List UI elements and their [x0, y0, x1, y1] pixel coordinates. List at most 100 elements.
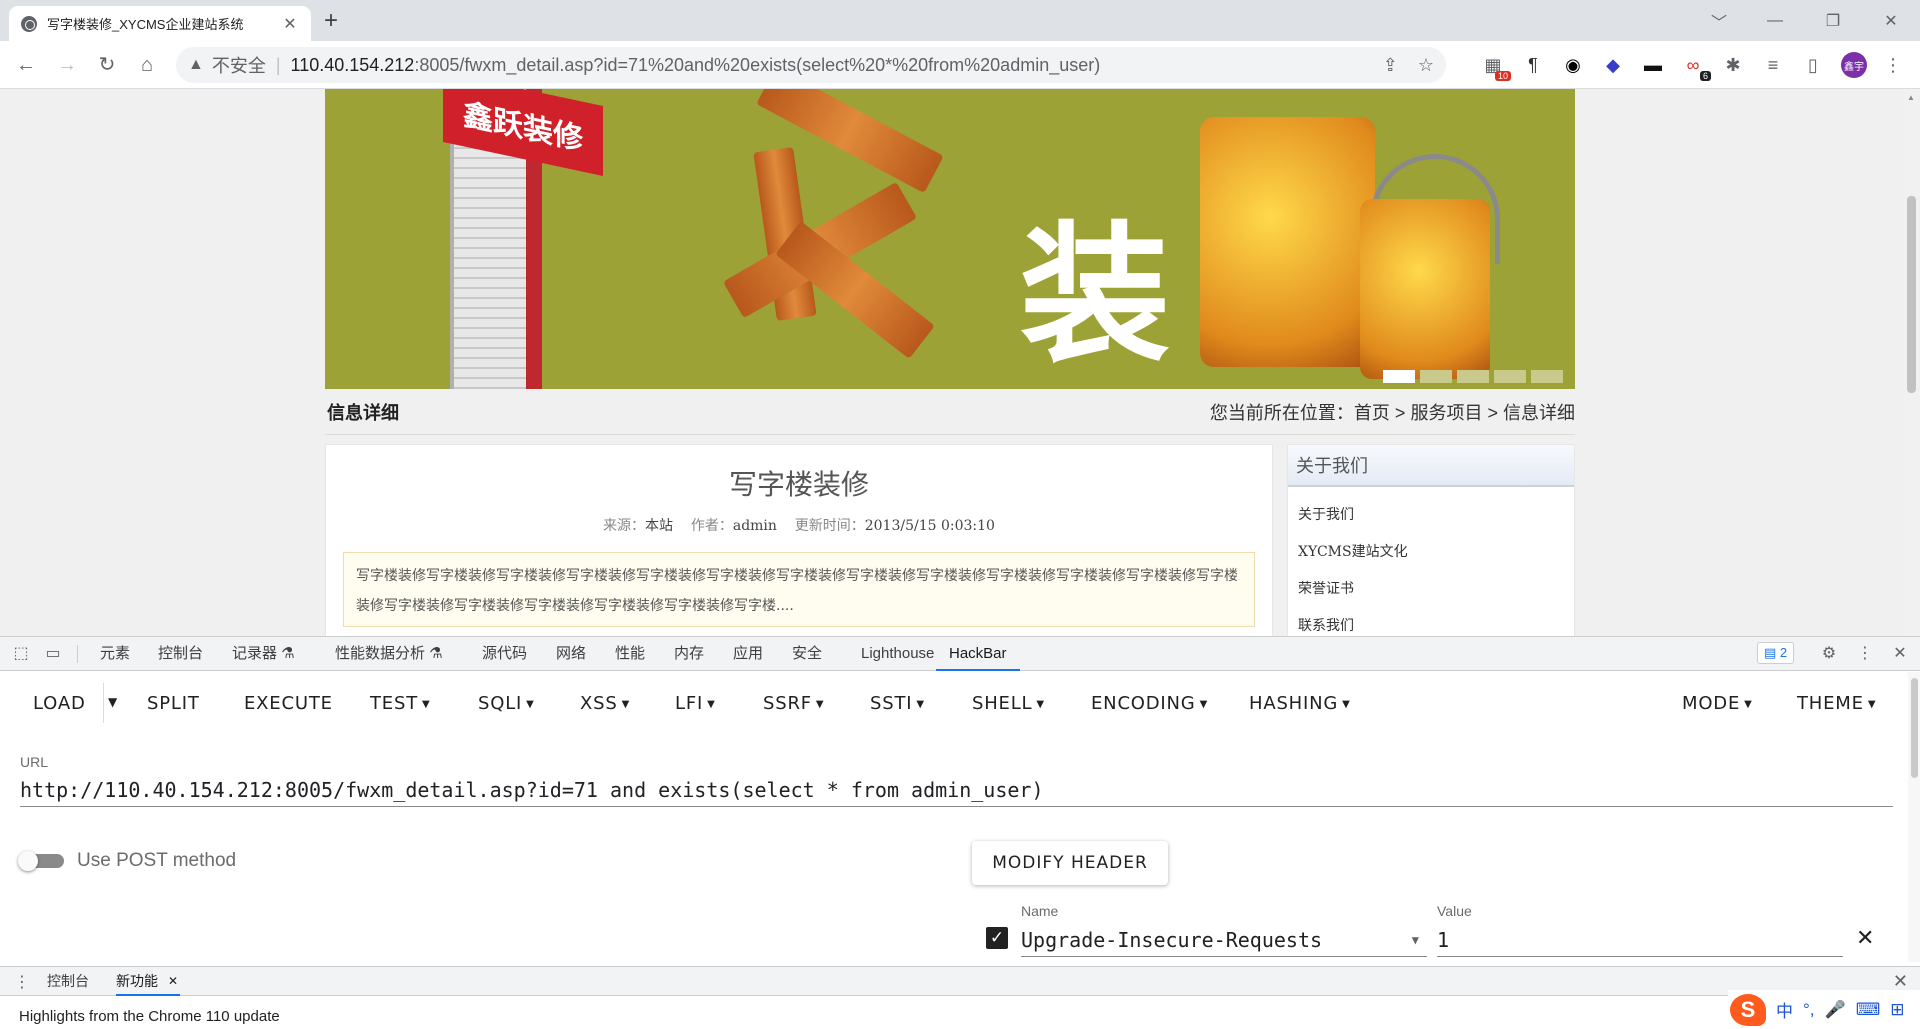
- load-options-caret-icon[interactable]: ▼: [108, 695, 118, 709]
- inspect-element-icon[interactable]: ⬚: [11, 644, 31, 664]
- pilcrow-extension-icon[interactable]: ¶: [1521, 53, 1545, 77]
- tab-performance-insights[interactable]: 性能数据分析 ⚗: [335, 637, 443, 671]
- drawer-close-icon[interactable]: ✕: [1893, 971, 1908, 992]
- slider-dot-2[interactable]: [1420, 370, 1452, 383]
- link-extension-icon[interactable]: ∞ 6: [1681, 53, 1711, 81]
- updated-label: 更新时间：: [794, 518, 865, 534]
- tab-network[interactable]: 网络: [556, 637, 586, 671]
- mode-menu[interactable]: MODE ▼: [1682, 693, 1753, 714]
- drawer-tab-whats-new[interactable]: 新功能 ✕: [116, 967, 180, 996]
- source-label: 来源：: [603, 518, 646, 534]
- theme-menu[interactable]: THEME ▼: [1797, 693, 1876, 714]
- sidebar-item-honors[interactable]: 荣誉证书: [1298, 571, 1564, 608]
- post-method-toggle[interactable]: [18, 851, 64, 871]
- share-icon[interactable]: ⇪: [1383, 55, 1398, 76]
- tab-search-icon[interactable]: ﹀: [1696, 0, 1742, 41]
- tab-sources[interactable]: 源代码: [482, 637, 527, 671]
- slider-dot-5[interactable]: [1531, 370, 1563, 383]
- devtools-menu-icon[interactable]: ⋮: [1855, 644, 1875, 664]
- tab-elements[interactable]: 元素: [100, 637, 130, 671]
- terminal-extension-icon[interactable]: ▬: [1641, 53, 1665, 77]
- tab-recorder[interactable]: 记录器 ⚗: [232, 637, 295, 671]
- ime-punctuation-icon[interactable]: °,: [1803, 1000, 1815, 1020]
- puzzle-extensions-icon[interactable]: ✱: [1721, 53, 1745, 77]
- ime-mode-chinese[interactable]: 中: [1776, 997, 1793, 1022]
- scroll-thumb[interactable]: [1907, 196, 1916, 393]
- tab-security[interactable]: 安全: [792, 637, 822, 671]
- slider-dot-1[interactable]: [1383, 370, 1415, 383]
- ime-microphone-icon[interactable]: 🎤: [1825, 1000, 1846, 1020]
- tab-memory[interactable]: 内存: [674, 637, 704, 671]
- diamond-extension-icon[interactable]: ◆: [1601, 53, 1625, 77]
- security-label[interactable]: 不安全: [212, 52, 266, 78]
- extension-grid-icon[interactable]: ▦ 10: [1481, 53, 1511, 81]
- bookmark-star-icon[interactable]: ☆: [1418, 55, 1434, 76]
- issues-count: 2: [1779, 645, 1788, 660]
- xss-menu[interactable]: XSS ▼: [580, 693, 630, 714]
- sidebar-item-about[interactable]: 关于我们: [1298, 497, 1564, 534]
- tab-lighthouse[interactable]: Lighthouse: [861, 637, 934, 671]
- sogou-logo-icon[interactable]: S: [1730, 993, 1766, 1026]
- remove-header-icon[interactable]: ✕: [1856, 925, 1874, 951]
- header-name-select[interactable]: Upgrade-Insecure-Requests ▼: [1021, 923, 1427, 957]
- drawer-tab-close-icon[interactable]: ✕: [168, 967, 178, 996]
- new-tab-button[interactable]: +: [324, 9, 338, 33]
- ssti-menu[interactable]: SSTI ▼: [870, 693, 925, 714]
- address-bar[interactable]: ▲ 不安全 | 110.40.154.212 :8005/fwxm_detail…: [176, 47, 1446, 83]
- devtools-close-icon[interactable]: ✕: [1890, 644, 1910, 664]
- post-method-label: Use POST method: [77, 850, 237, 871]
- encoding-menu[interactable]: ENCODING ▼: [1091, 693, 1208, 714]
- hackbar-scrollbar[interactable]: [1908, 672, 1920, 962]
- media-queue-icon[interactable]: ≡: [1761, 53, 1785, 77]
- tab-hackbar[interactable]: HackBar: [936, 637, 1020, 671]
- browser-tab[interactable]: 写字楼装修_XYCMS企业建站系统 ✕: [9, 6, 311, 41]
- warning-icon[interactable]: ▲: [188, 56, 204, 74]
- drawer-tab-console[interactable]: 控制台: [47, 967, 89, 996]
- slider-dot-4[interactable]: [1494, 370, 1526, 383]
- sqli-menu[interactable]: SQLI ▼: [478, 693, 535, 714]
- slider-dot-3[interactable]: [1457, 370, 1489, 383]
- test-menu[interactable]: TEST ▼: [370, 693, 431, 714]
- ime-keyboard-icon[interactable]: ⌨: [1856, 1000, 1881, 1020]
- load-button[interactable]: LOAD: [33, 693, 86, 714]
- tab-application[interactable]: 应用: [733, 637, 763, 671]
- profile-avatar[interactable]: 鑫宇: [1841, 52, 1867, 78]
- back-icon[interactable]: ←: [14, 53, 38, 77]
- chrome-menu-icon[interactable]: ⋮: [1881, 53, 1905, 77]
- breadcrumb-home-link[interactable]: 首页: [1354, 403, 1390, 423]
- header-value-input[interactable]: 1: [1437, 923, 1843, 957]
- scroll-thumb[interactable]: [1911, 678, 1918, 778]
- home-icon[interactable]: ⌂: [135, 53, 159, 77]
- tab-console[interactable]: 控制台: [158, 637, 203, 671]
- url-input[interactable]: http://110.40.154.212:8005/fwxm_detail.a…: [20, 773, 1893, 807]
- issues-counter[interactable]: ▤ 2: [1757, 642, 1795, 664]
- device-toolbar-icon[interactable]: ▭: [43, 644, 63, 664]
- shell-menu[interactable]: SHELL ▼: [972, 693, 1045, 714]
- forward-icon[interactable]: →: [55, 53, 79, 77]
- split-button[interactable]: SPLIT: [147, 693, 200, 714]
- hashing-menu[interactable]: HASHING ▼: [1249, 693, 1351, 714]
- caret-down-icon: ▼: [1036, 698, 1045, 710]
- reload-icon[interactable]: ↻: [95, 53, 119, 77]
- sidebar-item-contact[interactable]: 联系我们: [1298, 608, 1564, 636]
- scroll-up-arrow-icon[interactable]: ▲: [1907, 93, 1915, 102]
- lfi-menu[interactable]: LFI ▼: [675, 693, 716, 714]
- settings-gear-icon[interactable]: ⚙: [1819, 644, 1839, 664]
- tab-performance[interactable]: 性能: [615, 637, 645, 671]
- page-scrollbar[interactable]: ▲: [1903, 89, 1920, 636]
- ime-toolbox-icon[interactable]: ⊞: [1890, 1000, 1904, 1020]
- restore-button[interactable]: ❐: [1810, 0, 1856, 41]
- sidebar-item-culture[interactable]: XYCMS建站文化: [1298, 534, 1564, 571]
- side-panel-icon[interactable]: ▯: [1801, 53, 1825, 77]
- tab-close-icon[interactable]: ✕: [281, 14, 299, 34]
- modify-header-button[interactable]: MODIFY HEADER: [972, 841, 1168, 885]
- window-close-button[interactable]: ✕: [1868, 0, 1914, 41]
- execute-button[interactable]: EXECUTE: [244, 693, 333, 714]
- drawer-menu-icon[interactable]: ⋮: [14, 972, 30, 992]
- circle-extension-icon[interactable]: ◉: [1561, 53, 1585, 77]
- minimize-button[interactable]: —: [1752, 0, 1798, 41]
- author-value: admin: [732, 518, 777, 534]
- ssrf-menu[interactable]: SSRF ▼: [763, 693, 824, 714]
- breadcrumb-services-link[interactable]: 服务项目: [1410, 403, 1482, 423]
- header-enabled-checkbox[interactable]: ✓: [986, 927, 1008, 949]
